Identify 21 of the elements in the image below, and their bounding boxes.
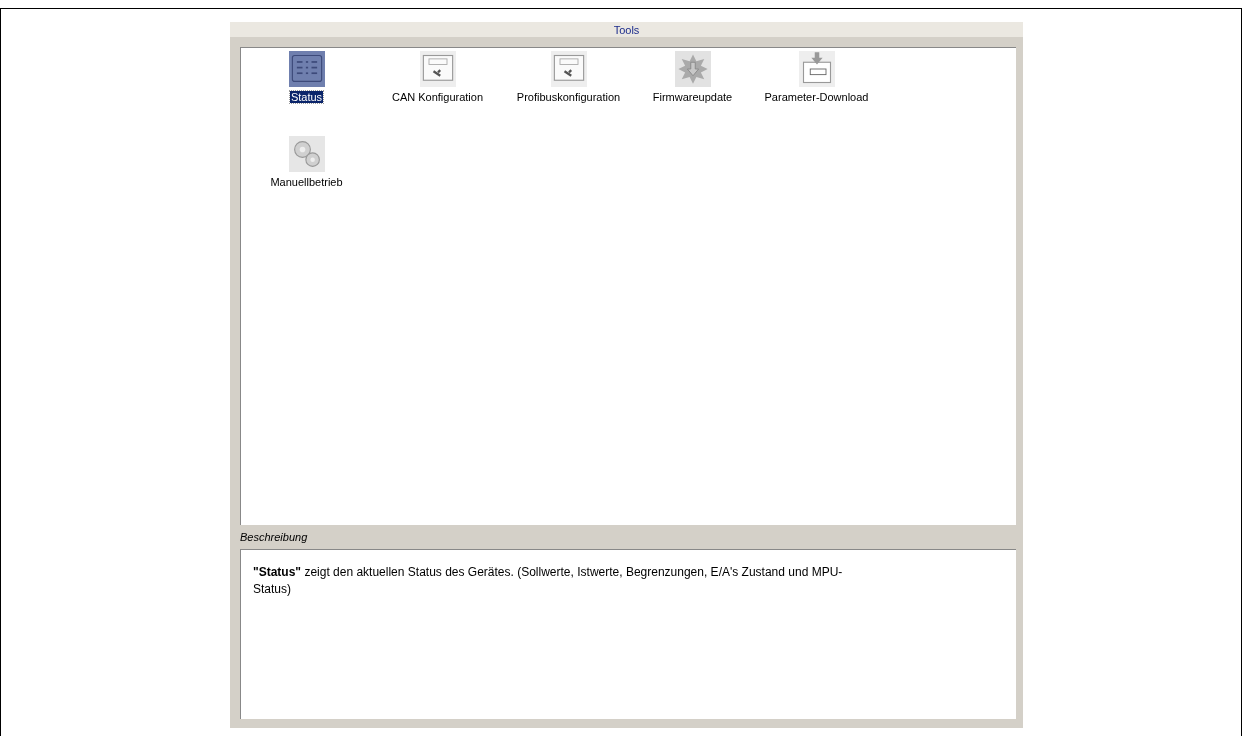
tool-label: Firmwareupdate [651, 91, 734, 103]
section-heading: Beschreibung [240, 531, 308, 543]
tool-label: Parameter-Download [763, 91, 870, 103]
tool-item[interactable]: Manuellbetrieb [241, 136, 372, 221]
tool-item[interactable]: Parameter-Download [751, 51, 882, 136]
tool-item[interactable]: Profibuskonfiguration [503, 51, 634, 136]
tool-item[interactable]: Firmwareupdate [634, 51, 751, 136]
tool-label: CAN Konfiguration [390, 91, 485, 103]
wrench-icon [550, 51, 587, 87]
description-text: "Status" zeigt den aktuellen Status des Gerätes. (Sollwerte, Istwerte, Begrenzungen, E/A's Zustand und MPU-Status) [253, 564, 844, 598]
gears-icon [288, 136, 325, 172]
panel-title: Tools [613, 23, 640, 36]
tool-label: Manuellbetrieb [269, 176, 344, 188]
download-icon [674, 51, 711, 87]
tool-label: Profibuskonfiguration [515, 91, 622, 103]
tool-label: Status [289, 91, 324, 103]
tool-item[interactable]: CAN Konfiguration [372, 51, 503, 136]
wrench-icon [419, 51, 456, 87]
tool-item[interactable]: Status [241, 51, 372, 136]
document-icon [798, 51, 835, 87]
grid-icon [288, 51, 325, 87]
